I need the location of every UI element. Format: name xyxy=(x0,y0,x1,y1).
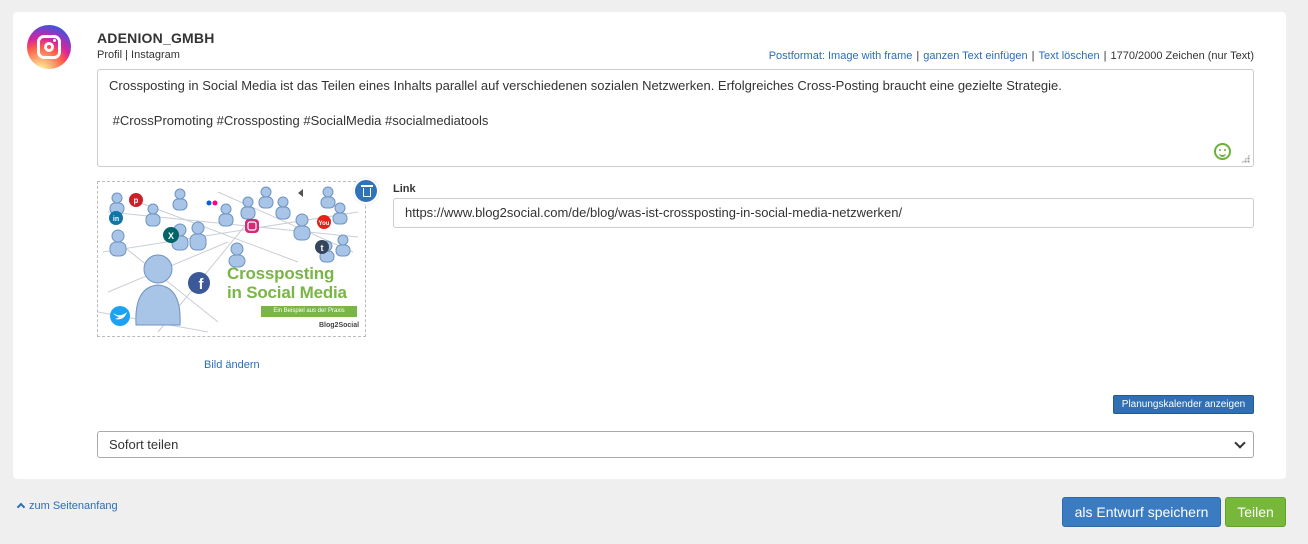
profile-type: Profil xyxy=(97,49,123,61)
link-url-input[interactable]: https://www.blog2social.com/de/blog/was-… xyxy=(393,198,1254,228)
profile-network: Instagram xyxy=(131,49,180,61)
post-image-preview[interactable]: p in X You t f Crossposting in Social Me… xyxy=(97,181,366,337)
image-title-line2: in Social Media xyxy=(227,283,347,302)
chevron-up-icon xyxy=(16,502,26,512)
svg-text:in: in xyxy=(113,216,119,223)
profile-info: Profil | Instagram xyxy=(97,49,180,61)
delete-image-button[interactable] xyxy=(353,178,379,204)
post-text-editor[interactable]: Crossposting in Social Media ist das Tei… xyxy=(97,69,1254,167)
delete-text-link[interactable]: Text löschen xyxy=(1038,50,1099,62)
postformat-link[interactable]: Postformat: Image with frame xyxy=(769,50,913,62)
text-toolbar: Postformat: Image with frame | ganzen Text… xyxy=(768,50,1255,62)
insert-text-link[interactable]: ganzen Text einfügen xyxy=(923,50,1027,62)
schedule-select[interactable]: Sofort teilen xyxy=(97,431,1254,458)
svg-text:t: t xyxy=(321,243,324,253)
link-label: Link xyxy=(393,183,416,195)
profile-separator: | xyxy=(125,49,128,61)
post-text: Crossposting in Social Media ist das Tei… xyxy=(109,78,1062,93)
image-subtitle: Ein Beispiel aus der Praxis xyxy=(261,306,357,317)
svg-text:You: You xyxy=(319,221,330,227)
image-brand: Blog2Social xyxy=(319,322,360,329)
resize-handle-icon[interactable] xyxy=(1241,154,1250,163)
show-calendar-button[interactable]: Planungskalender anzeigen xyxy=(1113,395,1254,414)
share-button[interactable]: Teilen xyxy=(1225,497,1286,527)
change-image-link[interactable]: Bild ändern xyxy=(204,359,260,371)
svg-text:X: X xyxy=(168,231,174,241)
svg-text:p: p xyxy=(134,196,139,205)
char-counter: 1770/2000 Zeichen (nur Text) xyxy=(1110,50,1255,62)
instagram-icon xyxy=(27,25,71,69)
chevron-down-icon xyxy=(1234,437,1246,449)
post-hashtags: #CrossPromoting #Crossposting #SocialMed… xyxy=(109,113,489,128)
emoji-icon[interactable] xyxy=(1214,143,1231,160)
image-title-line1: Crossposting xyxy=(227,264,335,283)
save-draft-button[interactable]: als Entwurf speichern xyxy=(1062,497,1221,527)
back-to-top-link[interactable]: zum Seitenanfang xyxy=(16,500,118,512)
account-name: ADENION_GMBH xyxy=(97,30,215,46)
schedule-selected-value: Sofort teilen xyxy=(109,437,179,452)
back-to-top-label: zum Seitenanfang xyxy=(29,500,118,512)
